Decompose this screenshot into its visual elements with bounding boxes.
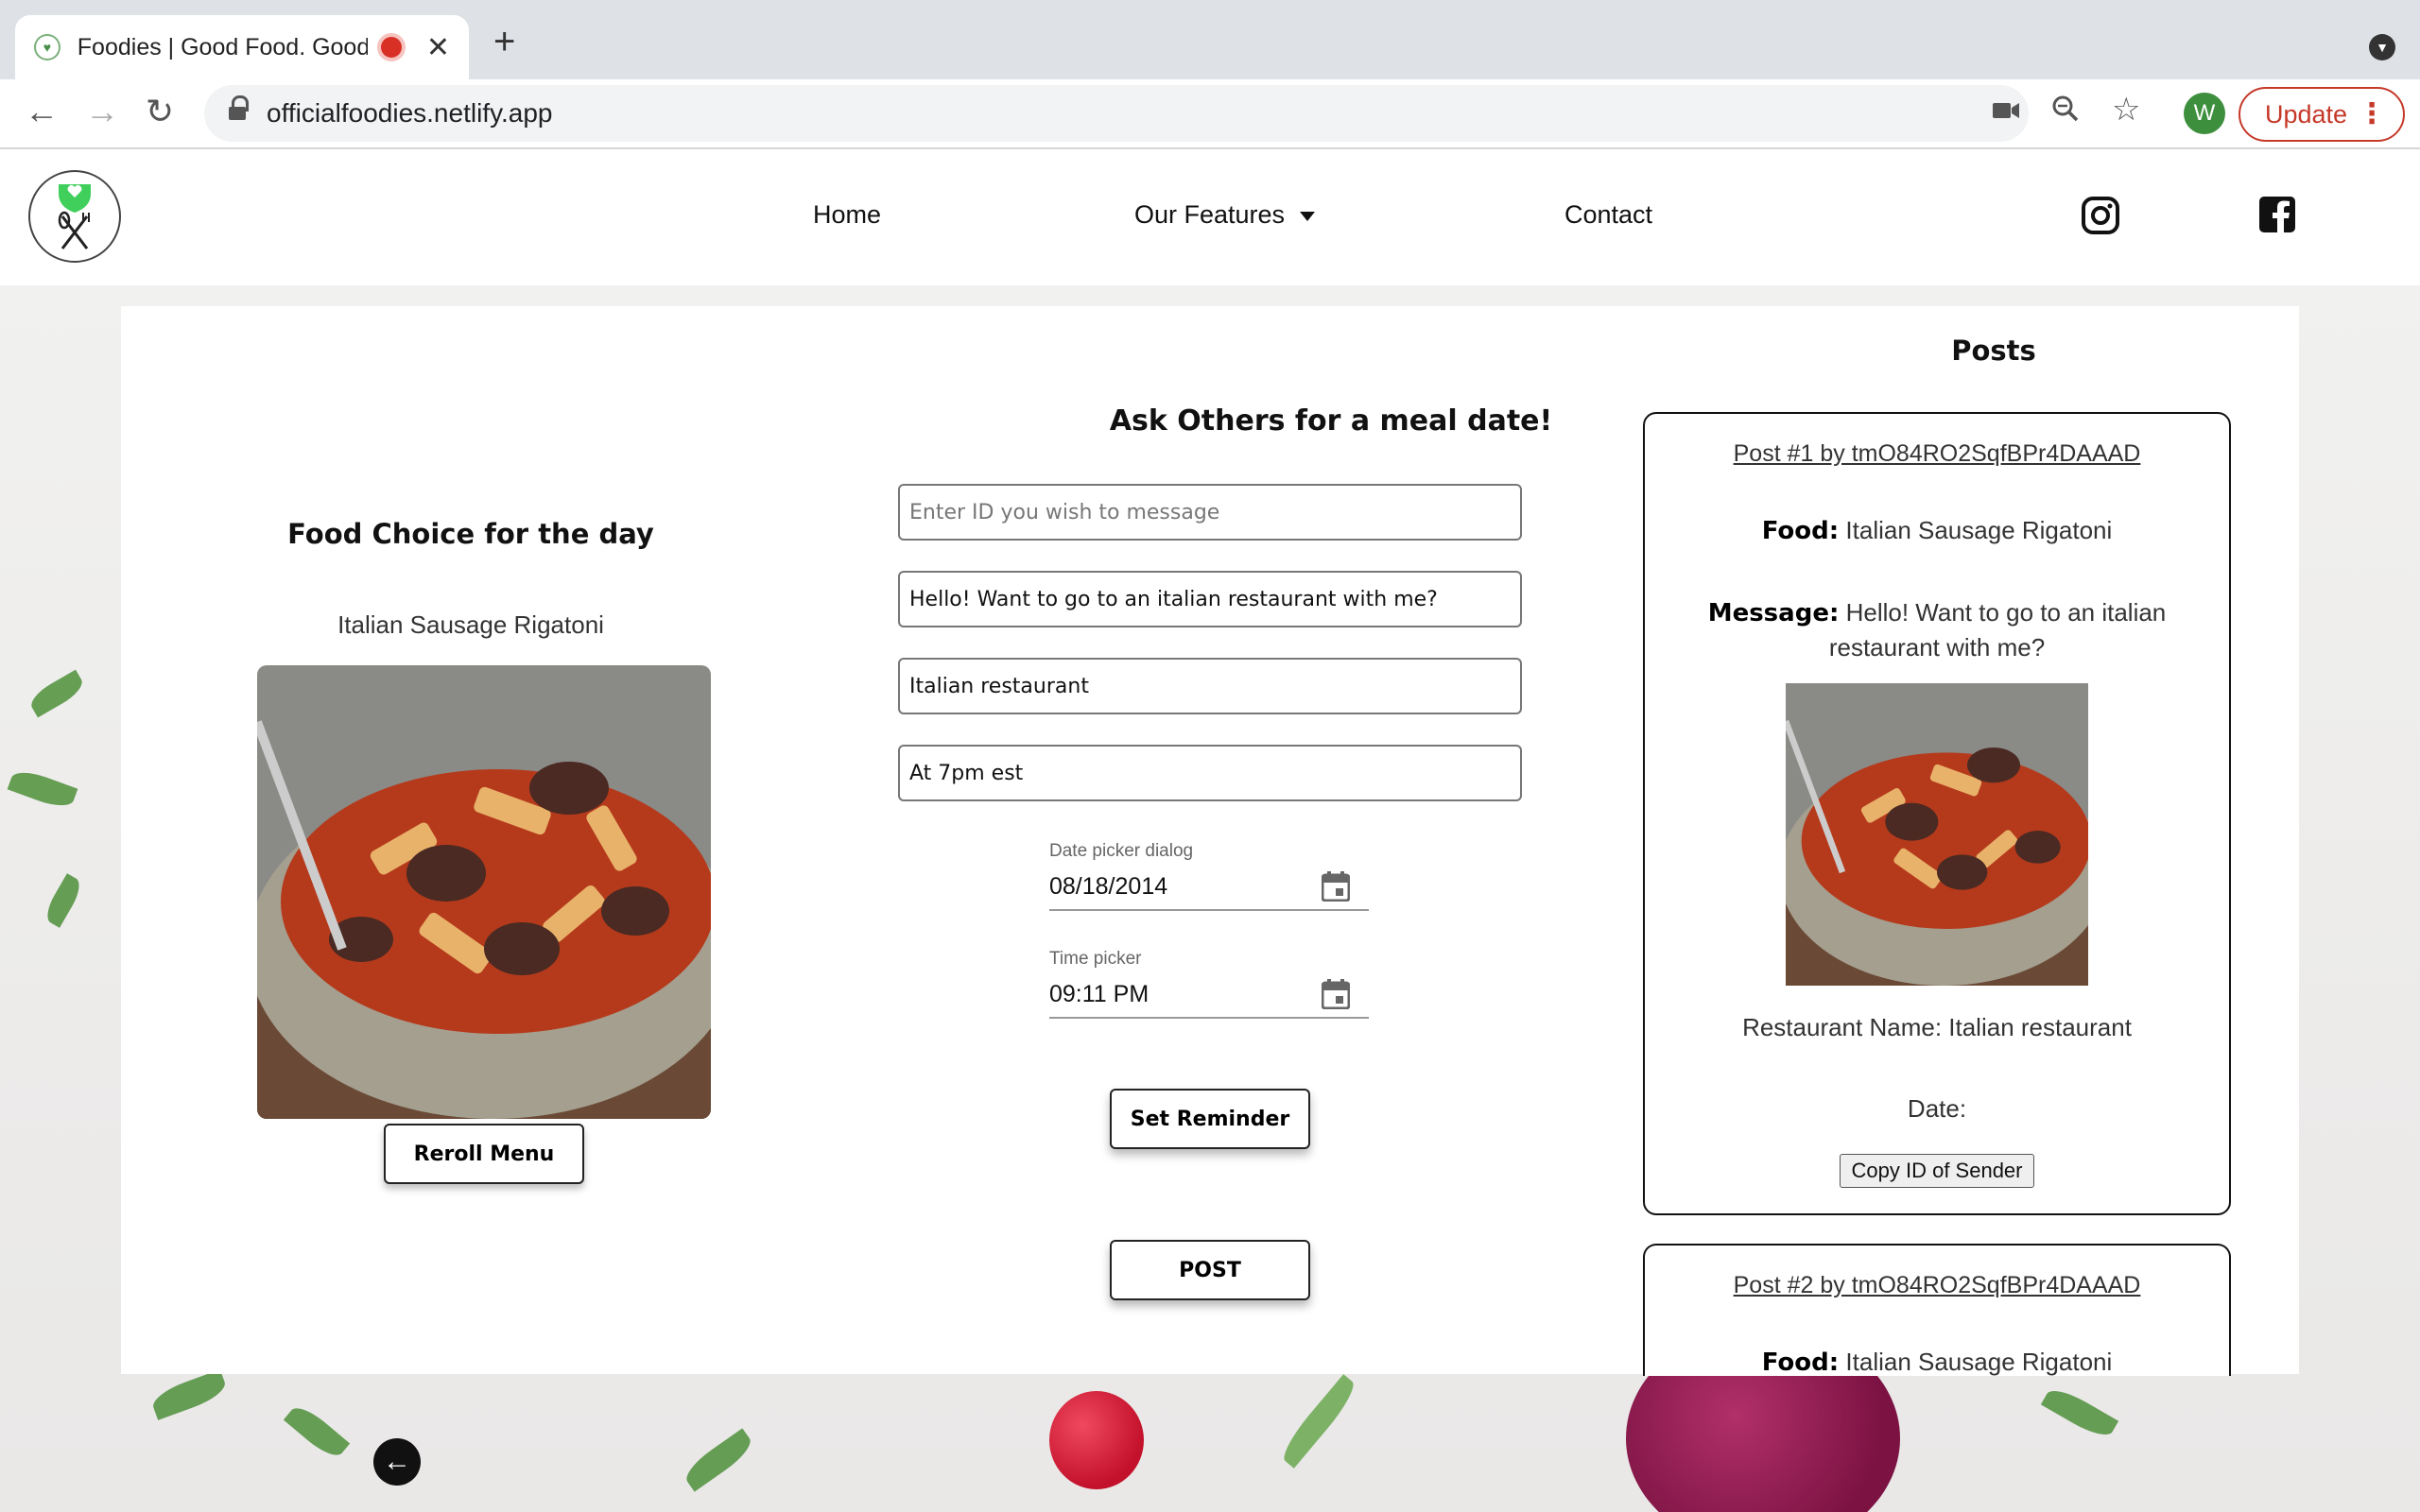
herb-leaf-decoration — [26, 669, 87, 718]
herb-leaf-decoration — [41, 873, 86, 928]
tab-search-icon[interactable]: ▼ — [2369, 34, 2395, 60]
herb-leaf-decoration — [148, 1369, 230, 1420]
logo-fork-spoon-icon — [58, 184, 91, 249]
time-value: 09:11 PM — [1049, 981, 1150, 1007]
close-tab-icon[interactable]: ✕ — [426, 31, 450, 64]
post-heading-link[interactable]: Post #2 by tmO84RO2SqfBPr4DAAAD — [1645, 1272, 2229, 1299]
recording-icon — [381, 37, 402, 58]
herb-leaf-decoration — [7, 765, 78, 813]
date-picker-field[interactable]: 08/18/2014 — [1049, 871, 1369, 911]
date-picker[interactable]: Date picker dialog 08/18/2014 — [1049, 841, 1369, 911]
zoom-icon[interactable] — [2051, 94, 2080, 130]
post-restaurant: Restaurant Name: Italian restaurant — [1742, 1013, 2132, 1041]
post-button[interactable]: POST — [1110, 1240, 1310, 1300]
site-header: Home Our Features Contact — [0, 149, 2420, 285]
nav-contact-link[interactable]: Contact — [1564, 200, 1652, 230]
food-label: Food: — [1761, 1349, 1840, 1376]
forward-arrow-icon[interactable]: → — [85, 93, 119, 130]
url-text: officialfoodies.netlify.app — [267, 98, 553, 128]
nav-home-link[interactable]: Home — [813, 200, 881, 230]
recipient-id-input[interactable] — [898, 484, 1522, 541]
time-note-input[interactable] — [898, 745, 1522, 801]
calendar-icon[interactable] — [1321, 979, 1351, 1016]
post-date: Date: — [1907, 1094, 1967, 1123]
update-label: Update — [2265, 99, 2348, 129]
bookmark-star-icon[interactable]: ☆ — [2112, 91, 2140, 129]
foodies-logo[interactable] — [28, 170, 121, 263]
post-food-value: Italian Sausage Rigatoni — [1845, 516, 2113, 544]
radish-decoration — [1049, 1391, 1144, 1489]
post-card: Post #1 by tmO84RO2SqfBPr4DAAAD Food: It… — [1643, 412, 2231, 1215]
reload-icon[interactable]: ↻ — [146, 93, 174, 130]
herb-leaf-decoration — [1276, 1374, 1361, 1469]
back-arrow-icon[interactable]: ← — [25, 93, 59, 130]
food-label: Food: — [1761, 517, 1840, 545]
message-label: Message: — [1707, 599, 1840, 627]
tab-title: Foodies | Good Food. Good — [77, 33, 369, 60]
herb-leaf-decoration — [283, 1400, 351, 1463]
meal-date-title: Ask Others for a meal date! — [1109, 404, 1553, 438]
profile-avatar[interactable]: W — [2184, 93, 2225, 134]
caret-down-icon — [1300, 211, 1316, 221]
time-picker-label: Time picker — [1049, 949, 1142, 969]
new-tab-icon[interactable]: + — [493, 23, 515, 60]
restaurant-input[interactable] — [898, 658, 1522, 714]
nav-features-dropdown[interactable]: Our Features — [1134, 200, 1316, 230]
update-button[interactable]: Update ⋮ — [2238, 87, 2405, 142]
post-heading-link[interactable]: Post #1 by tmO84RO2SqfBPr4DAAAD — [1645, 440, 2229, 468]
instagram-icon[interactable] — [2082, 197, 2119, 239]
post-message: Message: Hello! Want to go to an italian… — [1645, 595, 2229, 664]
food-image — [257, 665, 711, 1119]
copy-sender-id-button[interactable]: Copy ID of Sender — [1840, 1154, 2034, 1188]
post-food: Food: Italian Sausage Rigatoni — [1645, 513, 2229, 548]
lock-icon — [229, 95, 249, 124]
main-card: Food Choice for the day Italian Sausage … — [121, 306, 2299, 1376]
browser-tabbar: ♥ Foodies | Good Food. Good ✕ + ▼ — [0, 0, 2420, 79]
reroll-menu-button[interactable]: Reroll Menu — [384, 1124, 584, 1184]
post-food-value: Italian Sausage Rigatoni — [1845, 1348, 2113, 1376]
browser-toolbar: ← → ↻ officialfoodies.netlify.app ☆ W Up… — [0, 79, 2420, 149]
more-vertical-icon: ⋮ — [2358, 98, 2386, 129]
date-value: 08/18/2014 — [1049, 873, 1168, 900]
post-card: Post #2 by tmO84RO2SqfBPr4DAAAD Food: It… — [1643, 1244, 2231, 1376]
time-picker[interactable]: Time picker 09:11 PM — [1049, 949, 1369, 1019]
browser-tab[interactable]: ♥ Foodies | Good Food. Good ✕ — [15, 15, 469, 79]
post-food-image — [1786, 683, 2088, 986]
calendar-icon[interactable] — [1321, 871, 1351, 908]
food-choice-title: Food Choice for the day — [287, 518, 654, 550]
facebook-icon[interactable] — [2259, 197, 2295, 237]
herb-leaf-decoration — [2040, 1383, 2119, 1443]
post-food: Food: Italian Sausage Rigatoni — [1645, 1345, 2229, 1376]
herb-leaf-decoration — [680, 1428, 757, 1492]
back-arrow-button[interactable]: ← — [373, 1438, 421, 1486]
food-choice-name: Italian Sausage Rigatoni — [337, 610, 604, 639]
time-picker-field[interactable]: 09:11 PM — [1049, 979, 1369, 1019]
address-bar[interactable]: officialfoodies.netlify.app — [204, 85, 2029, 142]
nav-features-label: Our Features — [1134, 200, 1286, 229]
set-reminder-button[interactable]: Set Reminder — [1110, 1089, 1310, 1149]
date-picker-label: Date picker dialog — [1049, 841, 1194, 861]
camera-icon[interactable] — [1993, 96, 2019, 129]
message-input[interactable] — [898, 571, 1522, 627]
posts-title: Posts — [1951, 335, 2036, 367]
post-message-value: Hello! Want to go to an italian restaura… — [1828, 598, 2167, 662]
site-favicon-icon: ♥ — [34, 34, 60, 60]
